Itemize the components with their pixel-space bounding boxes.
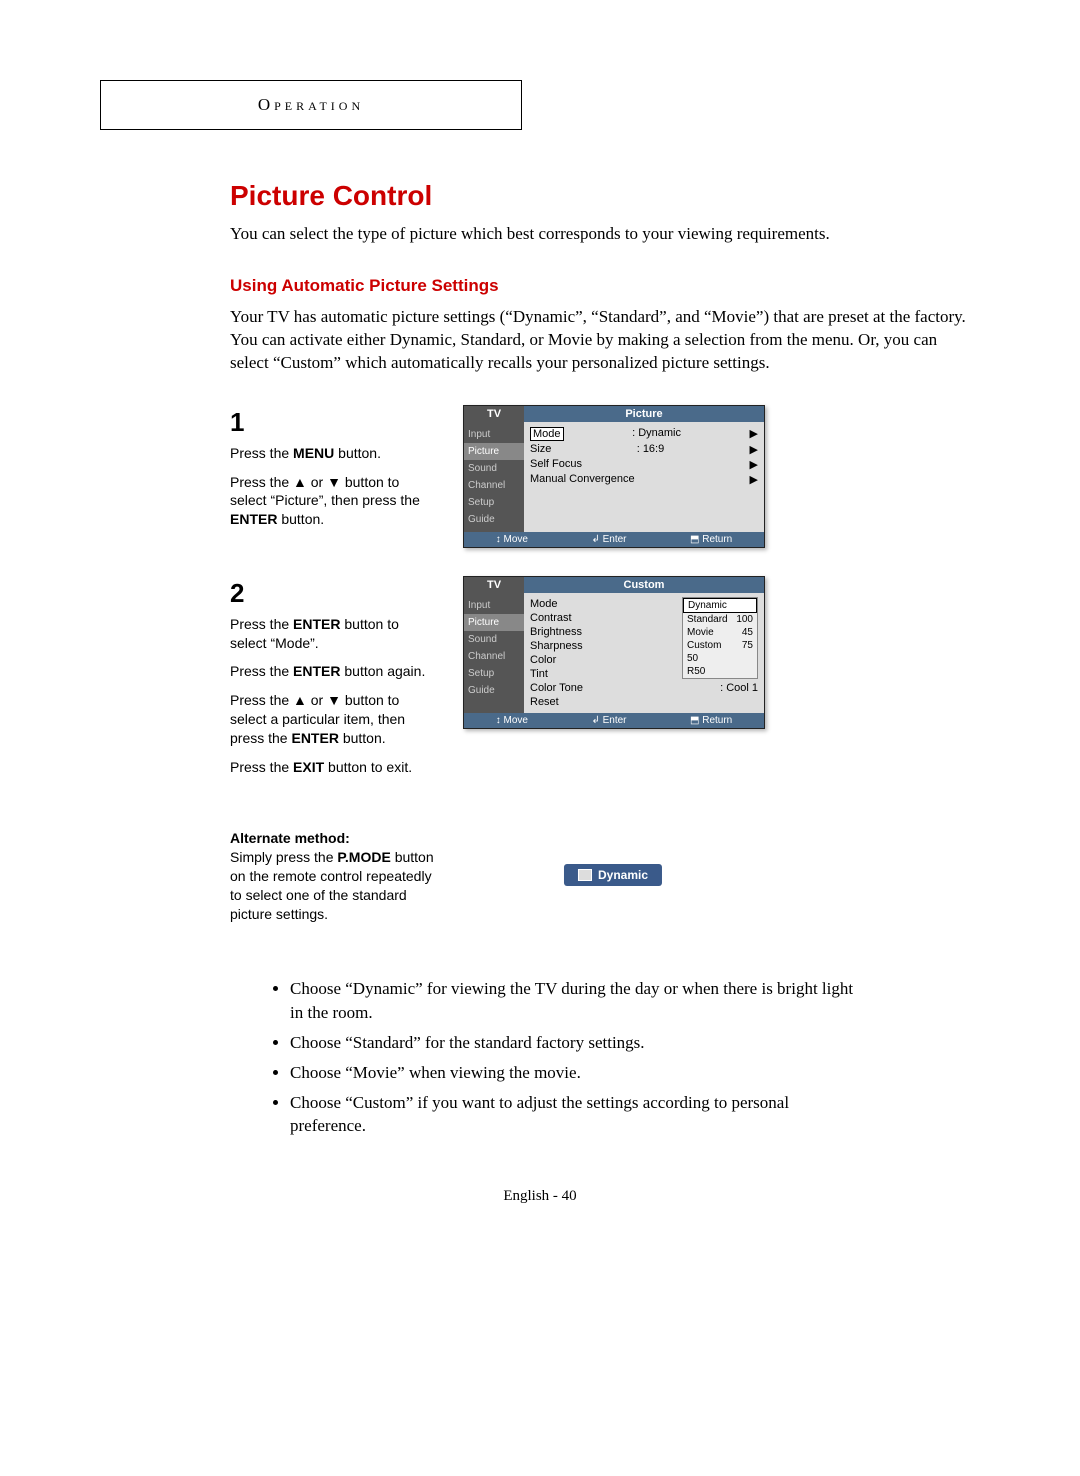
osd-main: Mode : Dynamic ▶ Size : 16:9 ▶ Self Focus ▶ M… [524,422,764,532]
osd-side-item: Input [464,597,524,614]
notes-list: Choose “Dynamic” for viewing the TV duri… [250,977,980,1138]
text: button. [339,730,386,746]
osd-row-label: Contrast [530,612,572,624]
osd-sidebar: Input Picture Sound Channel Setup Guide [464,422,524,532]
list-item: Choose “Dynamic” for viewing the TV duri… [290,977,980,1025]
submenu-val: 100 [736,614,753,625]
alternate-method: Alternate method: Simply press the P.MOD… [230,815,980,937]
osd-row-label: Mode [530,427,564,441]
osd-screenshot-1: TV Picture Input Picture Sound Channel S… [463,405,765,548]
step-number: 2 [230,576,435,611]
osd-side-item: Picture [464,443,524,460]
osd-row-label: Tint [530,668,548,680]
osd-legend-item: ↲ Enter [591,534,626,545]
submenu-item: Standard [687,614,728,625]
text: button again. [340,663,425,679]
osd-source: TV [464,406,524,422]
osd-row-label: Brightness [530,626,582,638]
osd-source: TV [464,577,524,593]
submenu-val: R50 [687,666,705,677]
osd-side-item: Setup [464,665,524,682]
osd-row-label: Sharpness [530,640,583,652]
text: button. [334,445,381,461]
body-text: Your TV has automatic picture settings (… [230,306,980,375]
page-footer: English - 40 [100,1188,980,1205]
text: Press the [230,616,293,632]
text: Press the [230,759,293,775]
osd-side-item: Sound [464,460,524,477]
osd-side-item: Guide [464,511,524,528]
enter-button-label: ENTER [230,511,277,527]
intro-text: You can select the type of picture which… [230,222,980,246]
osd-side-item: Input [464,426,524,443]
osd-legend-item: ↲ Enter [591,715,626,726]
picture-icon [578,869,592,881]
osd-side-item: Sound [464,631,524,648]
caret-right-icon: ▶ [750,473,758,486]
osd-row-label: Color [530,654,556,666]
osd-row-value: : Cool 1 [720,682,758,694]
exit-button-label: EXIT [293,759,324,775]
step-2: 2 Press the ENTER button to select “Mode… [230,576,980,787]
step-1: 1 Press the MENU button. Press the ▲ or … [230,405,980,548]
text: Press the [230,445,293,461]
osd-row-label: Size [530,443,551,456]
enter-button-label: ENTER [293,663,340,679]
caret-right-icon: ▶ [750,458,758,471]
osd-screenshot-2: TV Custom Input Picture Sound Channel Se… [463,576,765,729]
osd-row-label: Reset [530,696,559,708]
text: Press the [230,663,293,679]
subheading: Using Automatic Picture Settings [230,276,980,296]
osd-legend: ↕ Move ↲ Enter ⬒ Return [464,713,764,728]
osd-side-item: Guide [464,682,524,699]
step-number: 1 [230,405,435,440]
enter-button-label: ENTER [291,730,338,746]
badge-label: Dynamic [598,868,648,882]
section-header: Operation [100,80,522,130]
picture-mode-badge: Dynamic [564,864,662,886]
text: Press the ▲ or ▼ button to select “Pictu… [230,474,420,509]
page-title: Picture Control [230,180,980,212]
osd-row-label: Self Focus [530,458,582,471]
osd-legend-item: ↕ Move [496,715,528,726]
osd-row-label: Manual Convergence [530,473,635,486]
osd-row-value: : Dynamic [632,427,681,441]
text: button. [277,511,324,527]
osd-row-label: Mode [530,598,558,610]
osd-legend-item: ⬒ Return [690,715,732,726]
osd-title: Custom [524,577,764,593]
osd-sidebar: Input Picture Sound Channel Setup Guide [464,593,524,713]
submenu-item: Movie [687,627,714,638]
list-item: Choose “Standard” for the standard facto… [290,1031,980,1055]
osd-row-value: : 16:9 [637,443,665,456]
osd-legend-item: ⬒ Return [690,534,732,545]
osd-side-item: Setup [464,494,524,511]
list-item: Choose “Custom” if you want to adjust th… [290,1091,980,1139]
enter-button-label: ENTER [293,616,340,632]
menu-button-label: MENU [293,445,334,461]
text: Simply press the [230,849,337,865]
submenu-val: 45 [742,627,753,638]
alt-heading: Alternate method: [230,830,350,846]
osd-side-item: Channel [464,648,524,665]
submenu-item: Dynamic [688,600,727,611]
caret-right-icon: ▶ [750,443,758,456]
caret-right-icon: ▶ [750,427,758,441]
submenu-val: 50 [687,653,698,664]
list-item: Choose “Movie” when viewing the movie. [290,1061,980,1085]
osd-legend-item: ↕ Move [496,534,528,545]
osd-main: Mode: Contrast Brightness Sharpness Colo… [524,593,764,713]
submenu-val: 75 [742,640,753,651]
osd-row-label: Color Tone [530,682,583,694]
osd-badge-area: Dynamic [463,815,763,935]
osd-side-item: Picture [464,614,524,631]
osd-title: Picture [524,406,764,422]
text: button to exit. [324,759,412,775]
mode-submenu: Dynamic Standard100 Movie45 Custom75 50 … [682,597,758,679]
pmode-button-label: P.MODE [337,849,390,865]
osd-legend: ↕ Move ↲ Enter ⬒ Return [464,532,764,547]
osd-side-item: Channel [464,477,524,494]
submenu-item: Custom [687,640,721,651]
